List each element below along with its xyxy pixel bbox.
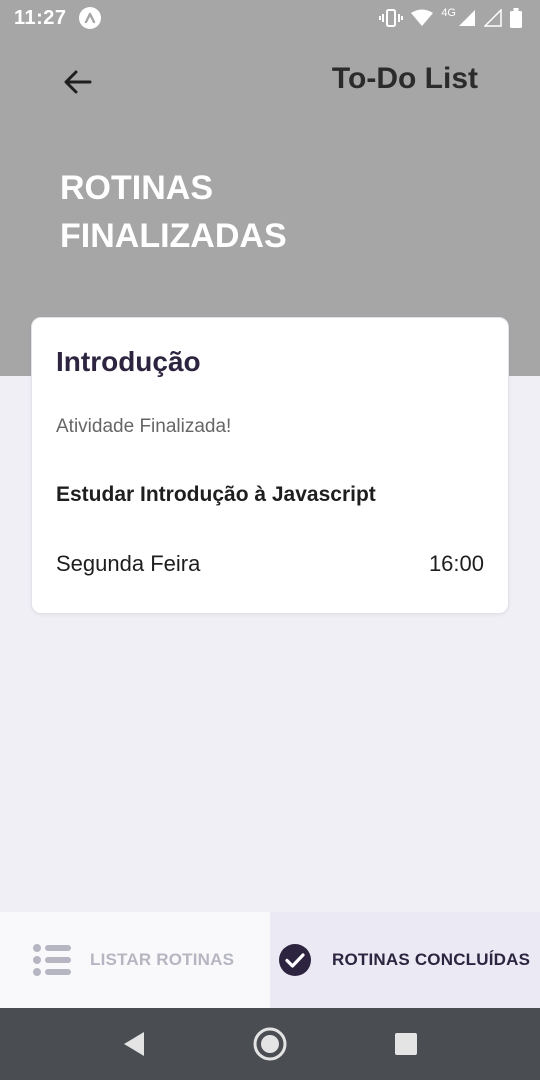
card-day: Segunda Feira [56, 551, 201, 576]
page-title: ROTINAS FINALIZADAS [60, 169, 287, 255]
status-time: 11:27 [14, 6, 67, 29]
app-title: To-Do List [331, 62, 478, 95]
signal-icon [458, 9, 476, 27]
status-bar: 11:27 4G [0, 0, 540, 36]
battery-icon [510, 8, 522, 28]
arrow-left-icon [64, 70, 92, 94]
check-circle-icon [278, 943, 312, 977]
tab-label: ROTINAS CONCLUÍDAS [332, 950, 531, 969]
routine-card[interactable]: Introdução Atividade Finalizada! Estudar… [31, 317, 509, 614]
back-button[interactable] [56, 60, 100, 104]
nav-recents-button[interactable] [386, 1024, 426, 1064]
card-time: 16:00 [428, 551, 484, 576]
wifi-icon [411, 9, 434, 27]
circle-home-icon [253, 1027, 287, 1061]
list-icon [32, 943, 72, 977]
triangle-back-icon [124, 1032, 144, 1056]
tab-rotinas-concluidas[interactable]: ROTINAS CONCLUÍDAS [270, 912, 540, 1008]
tab-label: LISTAR ROTINAS [90, 950, 235, 969]
square-recents-icon [395, 1033, 417, 1055]
status-left: 11:27 [14, 7, 101, 30]
status-icons: 4G [379, 7, 522, 28]
card-title: Introdução [56, 346, 201, 377]
signal-empty-icon [484, 9, 502, 27]
tab-listar-rotinas[interactable]: LISTAR ROTINAS [0, 912, 270, 1008]
system-nav-bar [0, 1008, 540, 1080]
network-type: 4G [441, 7, 456, 19]
card-task: Estudar Introdução à Javascript [56, 483, 376, 506]
vibrate-icon [379, 8, 404, 28]
nav-back-button[interactable] [114, 1024, 154, 1064]
app-notification-icon [78, 7, 101, 29]
nav-home-button[interactable] [250, 1024, 290, 1064]
card-status: Atividade Finalizada! [56, 416, 232, 437]
bottom-tab-bar: LISTAR ROTINAS ROTINAS CONCLUÍDAS [0, 912, 540, 1008]
